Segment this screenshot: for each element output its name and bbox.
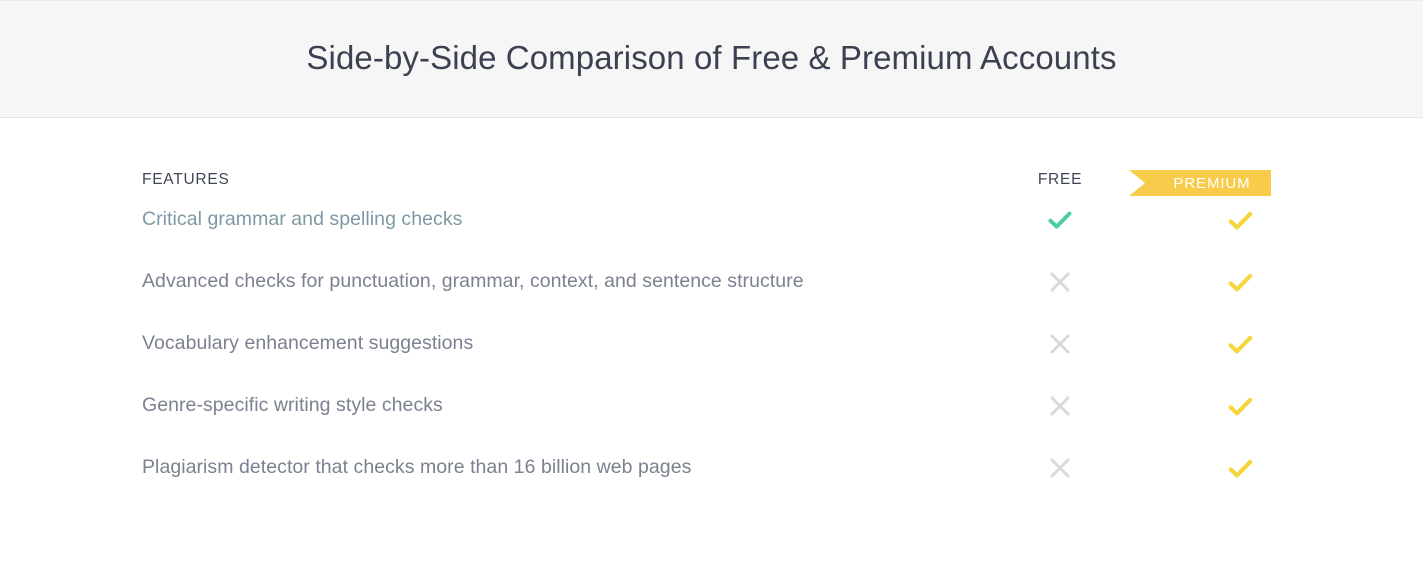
gray-cross-icon: [1000, 326, 1120, 362]
feature-label: Plagiarism detector that checks more tha…: [142, 456, 692, 478]
table-row: Vocabulary enhancement suggestions: [142, 318, 1277, 380]
ribbon-notch-icon: [1129, 170, 1145, 196]
page-banner: Side-by-Side Comparison of Free & Premiu…: [0, 0, 1423, 118]
column-header-features: FEATURES: [142, 171, 230, 188]
comparison-table: FEATURES FREE PREMIUM Critical grammar a…: [142, 119, 1277, 504]
gray-cross-icon: [1000, 450, 1120, 486]
green-check-icon: [1000, 202, 1120, 238]
feature-label: Vocabulary enhancement suggestions: [142, 332, 474, 354]
table-row: Plagiarism detector that checks more tha…: [142, 442, 1277, 504]
table-row: Advanced checks for punctuation, grammar…: [142, 256, 1277, 318]
column-header-free: FREE: [1037, 171, 1083, 188]
yellow-check-icon: [1180, 450, 1300, 486]
table-row: Genre-specific writing style checks: [142, 380, 1277, 442]
feature-label: Critical grammar and spelling checks: [142, 208, 463, 230]
feature-rows: Critical grammar and spelling checks Adva…: [142, 194, 1277, 504]
gray-cross-icon: [1000, 264, 1120, 300]
column-header-premium: PREMIUM: [1173, 174, 1251, 192]
yellow-check-icon: [1180, 264, 1300, 300]
gray-cross-icon: [1000, 388, 1120, 424]
feature-label: Genre-specific writing style checks: [142, 394, 443, 416]
yellow-check-icon: [1180, 202, 1300, 238]
yellow-check-icon: [1180, 326, 1300, 362]
feature-label: Advanced checks for punctuation, grammar…: [142, 270, 804, 292]
table-header-row: FEATURES FREE PREMIUM: [142, 119, 1277, 196]
yellow-check-icon: [1180, 388, 1300, 424]
table-row: Critical grammar and spelling checks: [142, 194, 1277, 256]
premium-badge: PREMIUM: [1129, 170, 1271, 196]
page-title: Side-by-Side Comparison of Free & Premiu…: [306, 39, 1117, 77]
